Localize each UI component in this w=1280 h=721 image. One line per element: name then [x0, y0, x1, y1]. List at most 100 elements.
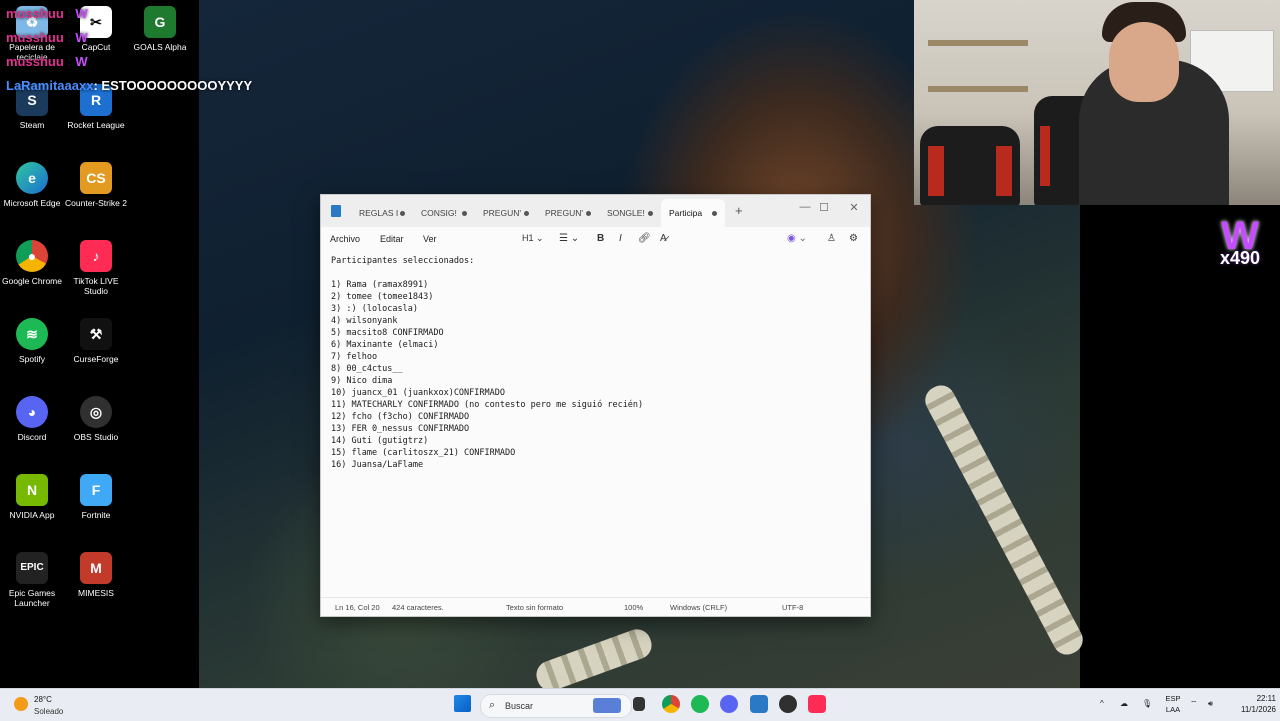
unsaved-dot-icon	[712, 211, 717, 216]
editor-line: 1) Rama (ramax8991)	[331, 280, 429, 290]
network-icon[interactable]: ☁	[1120, 699, 1128, 708]
editor-line: 13) FER 0_nessus CONFIRMADO	[331, 424, 470, 434]
chevron-down-icon: ⌄	[536, 233, 544, 243]
tab-participantes[interactable]: Participa	[661, 199, 725, 227]
chevron-down-icon: ⌄	[570, 233, 580, 244]
heading-dropdown[interactable]: H1 ⌄	[522, 233, 544, 244]
obs-icon: ◎	[80, 396, 112, 428]
gaming-chair	[920, 126, 1020, 205]
desktop-icon-tiktok[interactable]: ♪ TikTok LIVE Studio	[64, 240, 128, 296]
desktop-icon-edge[interactable]: e Microsoft Edge	[0, 162, 64, 208]
unsaved-dot-icon	[648, 211, 653, 216]
unsaved-dot-icon	[400, 211, 405, 216]
editor-line: 3) :) (lolocasla)	[331, 304, 418, 314]
desktop-icon-goals[interactable]: G GOALS Alpha	[128, 6, 192, 52]
chevron-up-icon[interactable]: ^	[1100, 699, 1104, 708]
nvidia-icon: N	[16, 474, 48, 506]
editor-line: 12) fcho (f3cho) CONFIRMADO	[331, 412, 470, 422]
desktop-icon-mimesis[interactable]: M MIMESIS	[64, 552, 128, 598]
menu-ver[interactable]: Ver	[423, 234, 437, 244]
new-tab-button[interactable]: +	[735, 203, 743, 218]
editor-line: 7) felhoo	[331, 352, 378, 362]
search-icon: ⌕	[489, 699, 496, 711]
tab-songles[interactable]: SONGLE!	[599, 199, 661, 227]
char-count: 424 caracteres.	[392, 603, 444, 612]
title-bar[interactable]: REGLAS I CONSIG! PREGUN' PREGUN' SONGLE!…	[321, 195, 870, 227]
taskbar-chrome-icon[interactable]	[662, 695, 680, 713]
desktop-icon-cs2[interactable]: CS Counter-Strike 2	[64, 162, 128, 208]
desktop-icon-obs[interactable]: ◎ OBS Studio	[64, 396, 128, 442]
fortnite-icon: F	[80, 474, 112, 506]
wifi-icon[interactable]: ⌔	[1190, 699, 1198, 709]
tab-reglas[interactable]: REGLAS I	[351, 199, 413, 227]
notepad-window[interactable]: REGLAS I CONSIG! PREGUN' PREGUN' SONGLE!…	[320, 194, 871, 617]
goals-icon: G	[144, 6, 176, 38]
copilot-icon[interactable]: ◉ ⌄	[787, 233, 807, 244]
tab-preguntas-2[interactable]: PREGUN'	[537, 199, 599, 227]
link-icon[interactable]: 🔗︎	[638, 233, 651, 244]
taskbar-obs-icon[interactable]	[779, 695, 797, 713]
desktop-icon-fortnite[interactable]: F Fortnite	[64, 474, 128, 520]
tab-consignas[interactable]: CONSIG!	[413, 199, 475, 227]
account-icon[interactable]: ♙	[827, 233, 836, 244]
editor-line: 8) 00_c4ctus__	[331, 364, 403, 374]
task-view-icon[interactable]	[633, 697, 645, 711]
editor-line: 5) macsito8 CONFIRMADO	[331, 328, 444, 338]
menu-editar[interactable]: Editar	[380, 234, 404, 244]
desktop-icon-spotify[interactable]: ≋ Spotify	[0, 318, 64, 364]
desktop: ♻ Papelera de reciclaje ✂ CapCut G GOALS…	[0, 0, 1280, 695]
system-clock[interactable]: 22:11 11/1/2026	[1240, 693, 1276, 715]
spotify-icon: ≋	[16, 318, 48, 350]
clear-format-icon[interactable]: A̷	[660, 233, 667, 244]
encoding[interactable]: UTF-8	[782, 603, 803, 612]
desktop-icon-curseforge[interactable]: ⚒ CurseForge	[64, 318, 128, 364]
discord-icon: ◕	[16, 396, 48, 428]
bold-button[interactable]: B	[597, 233, 604, 244]
shelf	[928, 40, 1028, 46]
webcam-feed	[914, 0, 1280, 205]
settings-gear-icon[interactable]: ⚙	[849, 233, 858, 244]
format-status[interactable]: Texto sin formato	[506, 603, 563, 612]
notepad-app-icon	[331, 205, 341, 217]
menu-archivo[interactable]: Archivo	[330, 234, 360, 244]
shelf	[928, 86, 1028, 92]
list-dropdown[interactable]: ☰ ⌄	[559, 233, 579, 244]
edge-icon: e	[16, 162, 48, 194]
cursor-position: Ln 16, Col 20	[335, 603, 380, 612]
taskbar-notepad-icon[interactable]	[750, 695, 768, 713]
tab-preguntas-1[interactable]: PREGUN'	[475, 199, 537, 227]
cs2-icon: CS	[80, 162, 112, 194]
taskbar-search[interactable]: ⌕ Buscar	[480, 694, 632, 718]
unsaved-dot-icon	[586, 211, 591, 216]
desktop-icon-epic[interactable]: EPIC Epic Games Launcher	[0, 552, 64, 608]
desktop-icon-nvidia[interactable]: N NVIDIA App	[0, 474, 64, 520]
tiktok-icon: ♪	[80, 240, 112, 272]
chevron-down-icon: ⌄	[795, 233, 807, 244]
text-editor[interactable]: Participantes seleccionados: 1) Rama (ra…	[331, 255, 861, 590]
unsaved-dot-icon	[524, 211, 529, 216]
line-ending[interactable]: Windows (CRLF)	[670, 603, 727, 612]
italic-button[interactable]: I	[619, 233, 622, 244]
minimize-button[interactable]: —	[795, 201, 815, 213]
zoom-level[interactable]: 100%	[624, 603, 643, 612]
volume-icon[interactable]: 🔊︎	[1208, 699, 1213, 709]
desktop-icon-discord[interactable]: ◕ Discord	[0, 396, 64, 442]
editor-line: 16) Juansa/LaFlame	[331, 460, 424, 470]
wallpaper-chain	[532, 625, 656, 695]
start-button[interactable]	[454, 695, 471, 712]
maximize-button[interactable]: ☐	[814, 201, 834, 214]
list-icon: ☰	[559, 233, 568, 244]
taskbar-discord-icon[interactable]	[720, 695, 738, 713]
close-button[interactable]: ✕	[844, 201, 864, 214]
editor-line: 9) Nico dima	[331, 376, 393, 386]
epic-icon: EPIC	[16, 552, 48, 584]
curseforge-icon: ⚒	[80, 318, 112, 350]
desktop-icon-chrome[interactable]: ● Google Chrome	[0, 240, 64, 286]
chrome-icon: ●	[16, 240, 48, 272]
weather-widget[interactable]: 28°C Soleado	[12, 693, 92, 719]
taskbar-tiktok-icon[interactable]	[808, 695, 826, 713]
taskbar-spotify-icon[interactable]	[691, 695, 709, 713]
language-indicator[interactable]: ESP LAA	[1162, 693, 1184, 715]
microphone-icon[interactable]: 🎙︎	[1142, 699, 1152, 708]
